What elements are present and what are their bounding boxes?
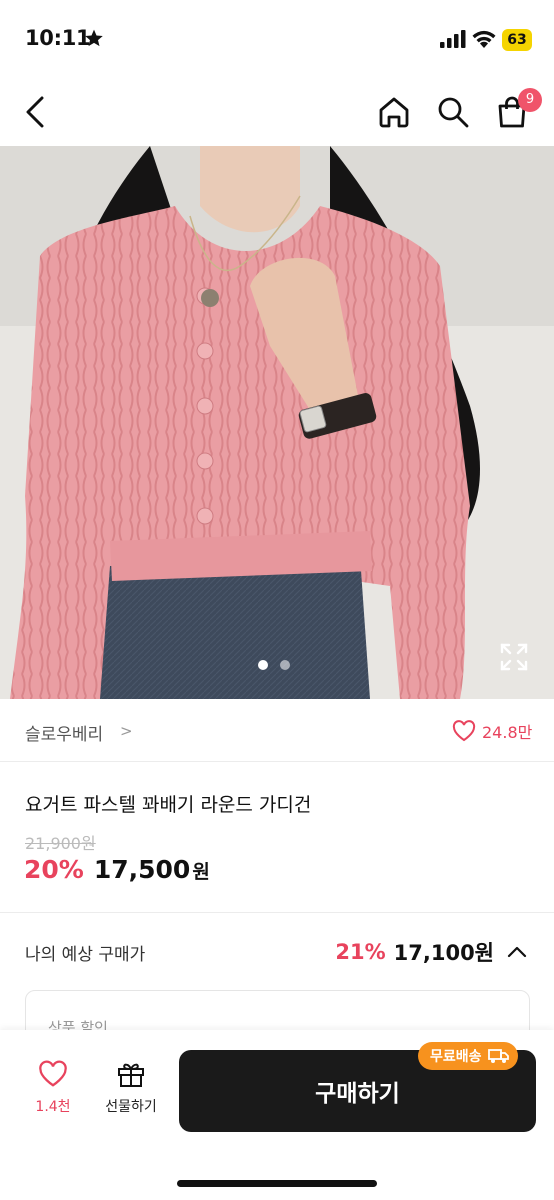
expected-price-label: 나의 예상 구매가 bbox=[25, 945, 146, 965]
brand-name[interactable]: 슬로우베리 bbox=[25, 720, 103, 745]
home-icon bbox=[379, 97, 409, 128]
original-price: 21,900원 bbox=[25, 834, 96, 853]
top-nav bbox=[0, 80, 554, 146]
expected-discount-rate: 21% bbox=[335, 940, 386, 964]
expand-icon[interactable] bbox=[499, 642, 529, 672]
search-icon bbox=[438, 97, 469, 128]
battery-indicator: 63 bbox=[502, 29, 532, 51]
wifi-icon bbox=[472, 30, 496, 48]
price-row: 20% 17,500 원 bbox=[24, 855, 210, 884]
gift-button[interactable]: 선물하기 bbox=[96, 1060, 166, 1130]
gallery-pagination bbox=[258, 660, 290, 670]
like-button[interactable]: 24.8만 bbox=[452, 719, 532, 743]
section-divider bbox=[0, 912, 554, 913]
heart-icon bbox=[39, 1060, 67, 1087]
sale-price: 17,500 bbox=[93, 855, 191, 884]
sale-price-unit: 원 bbox=[192, 861, 210, 883]
signal-icon bbox=[440, 30, 466, 48]
heart-icon bbox=[452, 720, 476, 742]
gift-icon bbox=[118, 1063, 144, 1087]
gift-label: 선물하기 bbox=[105, 1099, 157, 1115]
discount-rate: 20% bbox=[24, 855, 84, 884]
gallery-dot[interactable] bbox=[280, 660, 290, 670]
back-button[interactable] bbox=[16, 92, 56, 132]
truck-icon bbox=[487, 1049, 509, 1063]
wish-count: 1.4천 bbox=[35, 1099, 71, 1115]
free-shipping-badge: 무료배송 bbox=[418, 1042, 518, 1070]
cart-count-badge: 9 bbox=[518, 88, 542, 112]
expected-price-toggle[interactable]: 21% 17,100원 bbox=[335, 937, 528, 967]
status-time: 10:11 bbox=[25, 26, 91, 50]
gallery-dot-active[interactable] bbox=[258, 660, 268, 670]
home-button[interactable] bbox=[374, 92, 414, 132]
home-indicator bbox=[177, 1180, 377, 1187]
chevron-right-icon: > bbox=[120, 722, 133, 740]
status-bar: 10:11 63 bbox=[0, 0, 554, 80]
product-image[interactable] bbox=[0, 146, 554, 699]
expected-price: 17,100원 bbox=[393, 941, 494, 965]
search-button[interactable] bbox=[433, 92, 473, 132]
wish-button[interactable]: 1.4천 bbox=[23, 1060, 83, 1130]
like-count: 24.8만 bbox=[482, 723, 533, 742]
star-icon bbox=[85, 29, 103, 47]
free-shipping-label: 무료배송 bbox=[430, 1049, 482, 1065]
chevron-left-icon bbox=[26, 96, 44, 128]
bottom-action-bar: 1.4천 선물하기 구매하기 무료배송 bbox=[0, 1030, 554, 1200]
product-title: 요거트 파스텔 꽈배기 라운드 가디건 bbox=[25, 794, 312, 816]
product-photo bbox=[0, 146, 554, 699]
brand-row[interactable]: 슬로우베리 > 24.8만 bbox=[0, 700, 554, 762]
chevron-up-icon bbox=[507, 946, 527, 958]
